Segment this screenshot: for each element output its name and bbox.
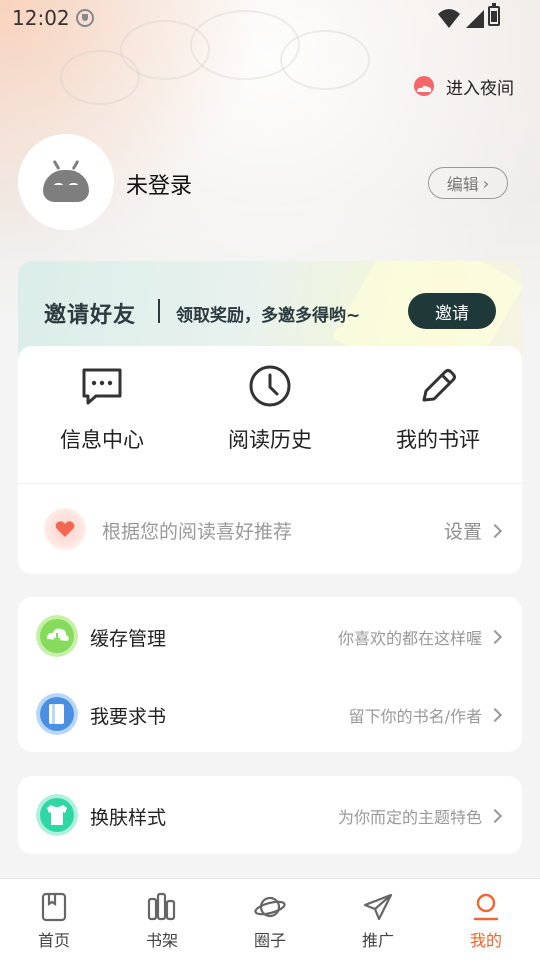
invite-button[interactable]: 邀请	[408, 293, 496, 329]
tab-mine[interactable]: 我的	[432, 879, 540, 960]
menu-item-skin-style[interactable]: 换肤样式 为你而定的主题特色	[18, 776, 522, 854]
invite-title: 邀请好友	[44, 303, 137, 328]
cloud-download-icon	[36, 615, 78, 657]
tab-label: 首页	[37, 931, 70, 950]
invite-divider	[158, 299, 160, 323]
quick-actions-row: 信息中心 阅读历史 我的书评	[18, 346, 522, 484]
message-icon	[82, 368, 122, 405]
quick-action-reading-history[interactable]: 阅读历史	[186, 346, 354, 484]
tshirt-icon	[36, 794, 78, 836]
android-robot-icon	[43, 170, 89, 202]
quick-actions-card: 信息中心 阅读历史 我的书评 根据您的阅读喜好推荐 设置	[18, 346, 522, 574]
quick-action-label: 信息中心	[60, 428, 144, 452]
bottom-tab-bar: 首页 书架 圈子 推广 我的	[0, 878, 540, 960]
quick-action-message-center[interactable]: 信息中心	[18, 346, 186, 484]
menu-item-request-book[interactable]: 我要求书 留下你的书名/作者	[18, 675, 522, 753]
login-status-name[interactable]: 未登录	[126, 168, 192, 200]
avatar[interactable]	[18, 134, 114, 230]
menu-item-cache-management[interactable]: 缓存管理 你喜欢的都在这样喔	[18, 597, 522, 675]
paper-plane-icon	[363, 893, 393, 921]
edit-label: 编辑	[446, 175, 479, 194]
hint-text: 留下你的书名/作者	[348, 707, 482, 726]
tab-label: 圈子	[253, 931, 286, 950]
tab-home[interactable]: 首页	[0, 879, 108, 960]
clock-icon	[249, 365, 291, 407]
night-mode-label: 进入夜间	[446, 79, 514, 99]
night-mode-toggle[interactable]: 进入夜间	[412, 74, 514, 99]
profile-icon	[473, 893, 499, 921]
home-book-icon	[41, 892, 67, 922]
book-icon	[36, 693, 78, 735]
status-time: 12:02	[12, 6, 70, 30]
battery-icon	[488, 3, 500, 26]
chevron-right-icon: ›	[482, 173, 490, 193]
cloud-decoration	[280, 30, 370, 90]
quick-action-label: 阅读历史	[228, 428, 312, 452]
skin-card: 换肤样式 为你而定的主题特色	[18, 776, 522, 854]
chevron-right-icon	[487, 808, 503, 824]
chevron-right-icon	[487, 629, 503, 645]
tab-circle[interactable]: 圈子	[216, 879, 324, 960]
menu-label: 换肤样式	[90, 807, 167, 829]
chevron-right-icon	[487, 523, 503, 539]
cloud-decoration	[60, 50, 140, 105]
heart-icon	[44, 508, 86, 550]
quick-action-label: 我的书评	[396, 428, 480, 452]
tab-label: 推广	[361, 931, 394, 950]
quick-action-my-reviews[interactable]: 我的书评	[354, 346, 522, 484]
tab-label: 书架	[145, 931, 178, 950]
recommend-settings-row[interactable]: 根据您的阅读喜好推荐 设置	[18, 484, 522, 574]
recommend-setting-button[interactable]: 设置	[443, 517, 503, 544]
hint-text: 为你而定的主题特色	[337, 808, 482, 827]
hint-text: 你喜欢的都在这样喔	[337, 629, 482, 648]
pencil-icon	[422, 369, 456, 402]
bookshelf-icon	[147, 892, 176, 921]
tab-promotion[interactable]: 推广	[324, 879, 432, 960]
edit-profile-button[interactable]: 编辑 ›	[428, 167, 508, 199]
invite-subtitle: 领取奖励，多邀多得哟~	[176, 306, 361, 326]
setting-label: 设置	[443, 521, 482, 543]
night-cloud-icon	[414, 75, 434, 96]
menu-label: 我要求书	[90, 706, 167, 728]
vpn-icon	[76, 9, 94, 27]
menu-hint: 你喜欢的都在这样喔	[337, 625, 503, 649]
planet-icon	[254, 896, 286, 918]
menu-hint: 为你而定的主题特色	[337, 804, 503, 828]
menu-card: 缓存管理 你喜欢的都在这样喔 我要求书 留下你的书名/作者	[18, 597, 522, 752]
tab-bookshelf[interactable]: 书架	[108, 879, 216, 960]
menu-hint: 留下你的书名/作者	[348, 703, 503, 727]
tab-label: 我的	[469, 931, 502, 950]
chevron-right-icon	[487, 707, 503, 723]
status-bar: 12:02	[0, 0, 540, 36]
menu-label: 缓存管理	[90, 628, 167, 650]
recommend-text: 根据您的阅读喜好推荐	[102, 521, 293, 543]
